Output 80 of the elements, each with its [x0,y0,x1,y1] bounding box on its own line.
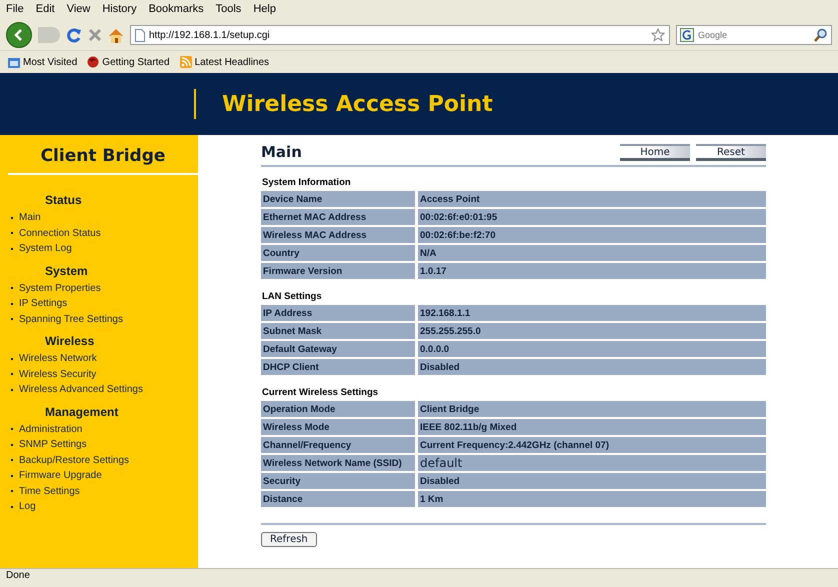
star-icon[interactable] [651,28,665,42]
field-label: Country [261,245,418,261]
section-title: Current Wireless Settings [262,387,380,398]
bookmark-link[interactable]: Latest Headlines [194,56,270,68]
sidebar-heading: System [45,264,89,278]
field-value: 00:02:6f:e0:01:95 [418,209,766,225]
field-label: Subnet Mask [261,323,418,339]
reload-icon[interactable] [66,27,82,43]
field-value: Client Bridge [418,401,766,417]
field-value: 192.168.1.1 [418,305,766,321]
feed-icon [180,56,192,68]
field-value: 255.255.255.0 [418,323,766,339]
field-value: default [418,455,766,471]
page-icon [135,28,145,42]
field-label: Channel/Frequency [261,437,418,453]
field-value: Disabled [418,473,766,489]
page-title: Main [261,143,303,161]
menu-item[interactable]: Bookmarks [148,3,204,17]
bookmark-link[interactable]: Getting Started [102,56,170,68]
field-label: Ethernet MAC Address [261,209,418,225]
home-icon[interactable] [108,28,124,42]
field-label: DHCP Client [261,359,418,375]
refresh-button[interactable]: Refresh [261,532,317,547]
status-bar: Done [0,568,838,587]
field-value: 1 Km [418,491,766,507]
back-button[interactable] [6,22,32,48]
sidebar-link[interactable]: Administration [19,424,82,435]
folder-icon [8,56,20,68]
field-value: Access Point [418,191,766,207]
sidebar-link[interactable]: Backup/Restore Settings [19,454,130,466]
address-bar[interactable]: http://192.168.1.1/setup.cgi [130,25,670,45]
field-label: Default Gateway [261,341,418,357]
sidebar-link[interactable]: Firmware Upgrade [19,470,102,482]
header-title: Wireless Access Point [222,92,493,116]
field-label: Wireless Mode [261,419,418,435]
field-label: Wireless MAC Address [261,227,418,243]
sidebar-heading: Management [45,404,120,418]
field-value: 00:02:6f:be:f2:70 [418,227,766,243]
field-label: Security [261,473,418,489]
search-field[interactable]: Google [676,25,832,45]
menu-item[interactable]: Help [253,3,276,17]
field-label: Firmware Version [261,263,418,279]
sidebar-link[interactable]: Wireless Advanced Settings [19,384,143,396]
sidebar-link[interactable]: System Properties [19,282,101,294]
sidebar-link[interactable]: SNMP Settings [19,439,87,450]
field-value: 0.0.0.0 [418,341,766,357]
section-title: LAN Settings [262,291,323,302]
sidebar-link[interactable]: System Log [19,243,72,254]
field-value: Current Frequency:2.442GHz (channel 07) [418,437,766,453]
field-label: Distance [261,491,418,507]
field-value: 1.0.17 [418,263,766,279]
menu-item[interactable]: Tools [216,3,242,17]
field-value: N/A [418,245,766,261]
menu-item[interactable]: File [6,3,24,17]
nav-button[interactable]: Home [620,144,690,160]
field-label: Operation Mode [261,401,418,417]
stop-icon[interactable] [88,28,102,42]
sidebar-title: Client Bridge [8,135,198,175]
sidebar-link[interactable]: Log [19,501,36,512]
field-label: IP Address [261,305,418,321]
sidebar-link[interactable]: Main [19,212,41,224]
field-label: Device Name [261,191,418,207]
nav-button[interactable]: Reset [696,144,766,160]
sidebar-heading: Status [45,193,83,207]
sidebar-link[interactable]: Wireless Security [19,368,96,380]
sidebar-link[interactable]: Spanning Tree Settings [19,314,123,325]
menu-item[interactable]: Edit [36,3,55,17]
sidebar-link[interactable]: IP Settings [19,298,68,310]
sidebar-link[interactable]: Time Settings [19,486,80,497]
bookmark-link[interactable]: Most Visited [23,56,78,68]
field-value: Disabled [418,359,766,375]
search-icon[interactable] [814,28,828,42]
sidebar-link[interactable]: Connection Status [19,228,101,239]
menu-item[interactable]: History [102,3,137,17]
section-title: System Information [262,177,352,188]
field-value: IEEE 802.11b/g Mixed [418,419,766,435]
field-label: Wireless Network Name (SSID) [261,455,418,471]
sidebar-heading: Wireless [45,334,96,348]
sidebar-link[interactable]: Wireless Network [19,353,97,364]
menu-item[interactable]: View [66,3,90,17]
